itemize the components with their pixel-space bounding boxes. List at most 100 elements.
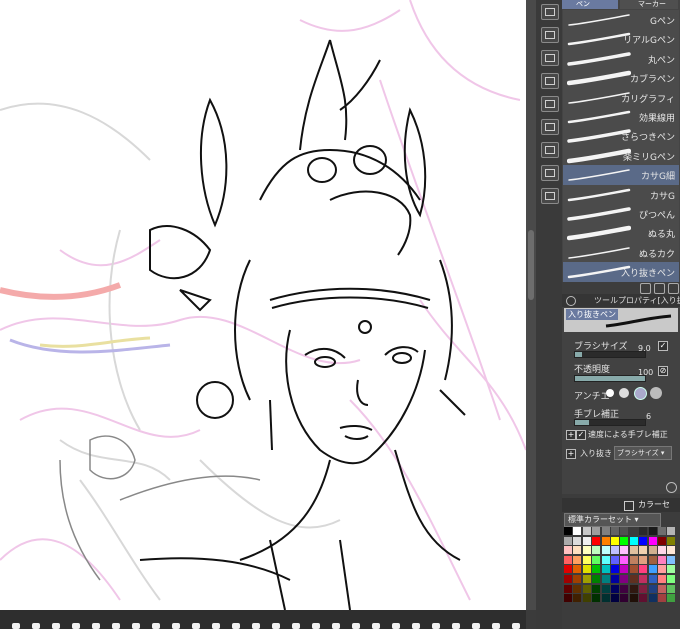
color-swatch[interactable] <box>601 546 610 555</box>
command-button[interactable] <box>541 73 559 89</box>
aa-mid-icon[interactable] <box>634 387 647 400</box>
color-swatch[interactable] <box>592 575 601 583</box>
color-swatch[interactable] <box>601 575 610 583</box>
color-swatch[interactable] <box>620 536 629 545</box>
color-swatch[interactable] <box>564 594 572 603</box>
color-swatch[interactable] <box>658 594 666 603</box>
color-swatch[interactable] <box>648 575 657 583</box>
color-swatch[interactable] <box>658 536 666 545</box>
color-swatch[interactable] <box>601 536 610 545</box>
color-swatch[interactable] <box>667 584 676 593</box>
color-swatch[interactable] <box>582 536 591 545</box>
color-swatch[interactable] <box>611 546 619 555</box>
color-swatch[interactable] <box>620 565 629 574</box>
drawing-canvas[interactable] <box>0 0 526 610</box>
color-swatch[interactable] <box>658 565 666 574</box>
scrollbar-thumb[interactable] <box>528 230 534 300</box>
color-swatch[interactable] <box>639 584 648 593</box>
stabilization-slider[interactable] <box>574 419 646 426</box>
expand-speed-icon[interactable]: + <box>566 430 576 440</box>
command-button[interactable] <box>541 50 559 66</box>
command-button[interactable] <box>541 142 559 158</box>
color-swatch[interactable] <box>620 546 629 555</box>
color-swatch[interactable] <box>658 546 666 555</box>
color-swatch[interactable] <box>611 536 619 545</box>
color-swatch[interactable] <box>611 575 619 583</box>
color-swatch[interactable] <box>573 594 582 603</box>
color-swatch[interactable] <box>639 575 648 583</box>
color-swatch[interactable] <box>658 584 666 593</box>
color-swatch[interactable] <box>639 555 648 564</box>
command-button[interactable] <box>541 96 559 112</box>
color-swatch[interactable] <box>658 555 666 564</box>
command-button[interactable] <box>541 4 559 20</box>
color-swatch[interactable] <box>667 594 676 603</box>
color-swatch[interactable] <box>620 594 629 603</box>
size-link-icon[interactable]: ✓ <box>658 341 668 351</box>
color-swatch[interactable] <box>629 546 638 555</box>
color-swatch[interactable] <box>639 565 648 574</box>
tool-settings-icon[interactable] <box>666 482 677 493</box>
color-swatch[interactable] <box>667 527 676 535</box>
anti-alias-options[interactable] <box>606 386 666 400</box>
color-swatch[interactable] <box>582 527 591 535</box>
color-swatch[interactable] <box>592 565 601 574</box>
color-swatch[interactable] <box>639 536 648 545</box>
color-swatch[interactable] <box>648 555 657 564</box>
brush-size-slider[interactable] <box>574 351 646 358</box>
color-swatch[interactable] <box>648 546 657 555</box>
canvas-scrollbar[interactable] <box>526 0 536 610</box>
delete-brush-icon[interactable] <box>668 283 679 294</box>
command-button[interactable] <box>541 165 559 181</box>
color-swatch[interactable] <box>601 527 610 535</box>
opacity-link-icon[interactable]: ⊘ <box>658 366 668 376</box>
color-swatch[interactable] <box>582 565 591 574</box>
tab-marker[interactable]: マーカー <box>620 0 678 9</box>
color-swatch[interactable] <box>667 575 676 583</box>
color-swatch[interactable] <box>573 584 582 593</box>
color-swatch[interactable] <box>658 575 666 583</box>
color-swatch[interactable] <box>629 555 638 564</box>
color-swatch[interactable] <box>592 555 601 564</box>
color-swatch[interactable] <box>629 575 638 583</box>
color-swatch[interactable] <box>629 527 638 535</box>
opacity-slider[interactable] <box>574 375 646 382</box>
color-swatch[interactable] <box>573 565 582 574</box>
color-swatch[interactable] <box>573 575 582 583</box>
color-swatch[interactable] <box>648 565 657 574</box>
color-swatch[interactable] <box>564 555 572 564</box>
taper-select[interactable]: ブラシサイズ ▾ <box>614 446 672 460</box>
color-swatch[interactable] <box>629 565 638 574</box>
color-swatch[interactable] <box>582 555 591 564</box>
color-swatch[interactable] <box>667 555 676 564</box>
color-swatch[interactable] <box>620 575 629 583</box>
color-swatch[interactable] <box>667 546 676 555</box>
speed-stabilize-checkbox[interactable]: ✓ <box>576 430 586 440</box>
color-swatch[interactable] <box>629 584 638 593</box>
command-button[interactable] <box>541 188 559 204</box>
color-swatch[interactable] <box>611 594 619 603</box>
color-swatch[interactable] <box>592 546 601 555</box>
brush-item[interactable]: 入り抜きペン <box>563 262 679 285</box>
color-swatch[interactable] <box>620 527 629 535</box>
color-swatch[interactable] <box>611 527 619 535</box>
command-button[interactable] <box>541 27 559 43</box>
command-button[interactable] <box>541 119 559 135</box>
color-swatch[interactable] <box>611 565 619 574</box>
color-swatch[interactable] <box>611 555 619 564</box>
color-swatch[interactable] <box>648 584 657 593</box>
add-brush-icon[interactable] <box>640 283 651 294</box>
color-swatch[interactable] <box>667 536 676 545</box>
color-swatch[interactable] <box>592 584 601 593</box>
duplicate-brush-icon[interactable] <box>654 283 665 294</box>
color-swatch[interactable] <box>629 594 638 603</box>
color-swatch[interactable] <box>564 584 572 593</box>
color-swatch[interactable] <box>564 536 572 545</box>
color-swatch[interactable] <box>582 546 591 555</box>
color-swatch[interactable] <box>639 594 648 603</box>
color-swatch[interactable] <box>564 565 572 574</box>
color-set-select[interactable]: 標準カラーセット ▾ <box>564 513 661 527</box>
color-swatch[interactable] <box>601 555 610 564</box>
color-swatch[interactable] <box>639 527 648 535</box>
color-swatch[interactable] <box>573 546 582 555</box>
